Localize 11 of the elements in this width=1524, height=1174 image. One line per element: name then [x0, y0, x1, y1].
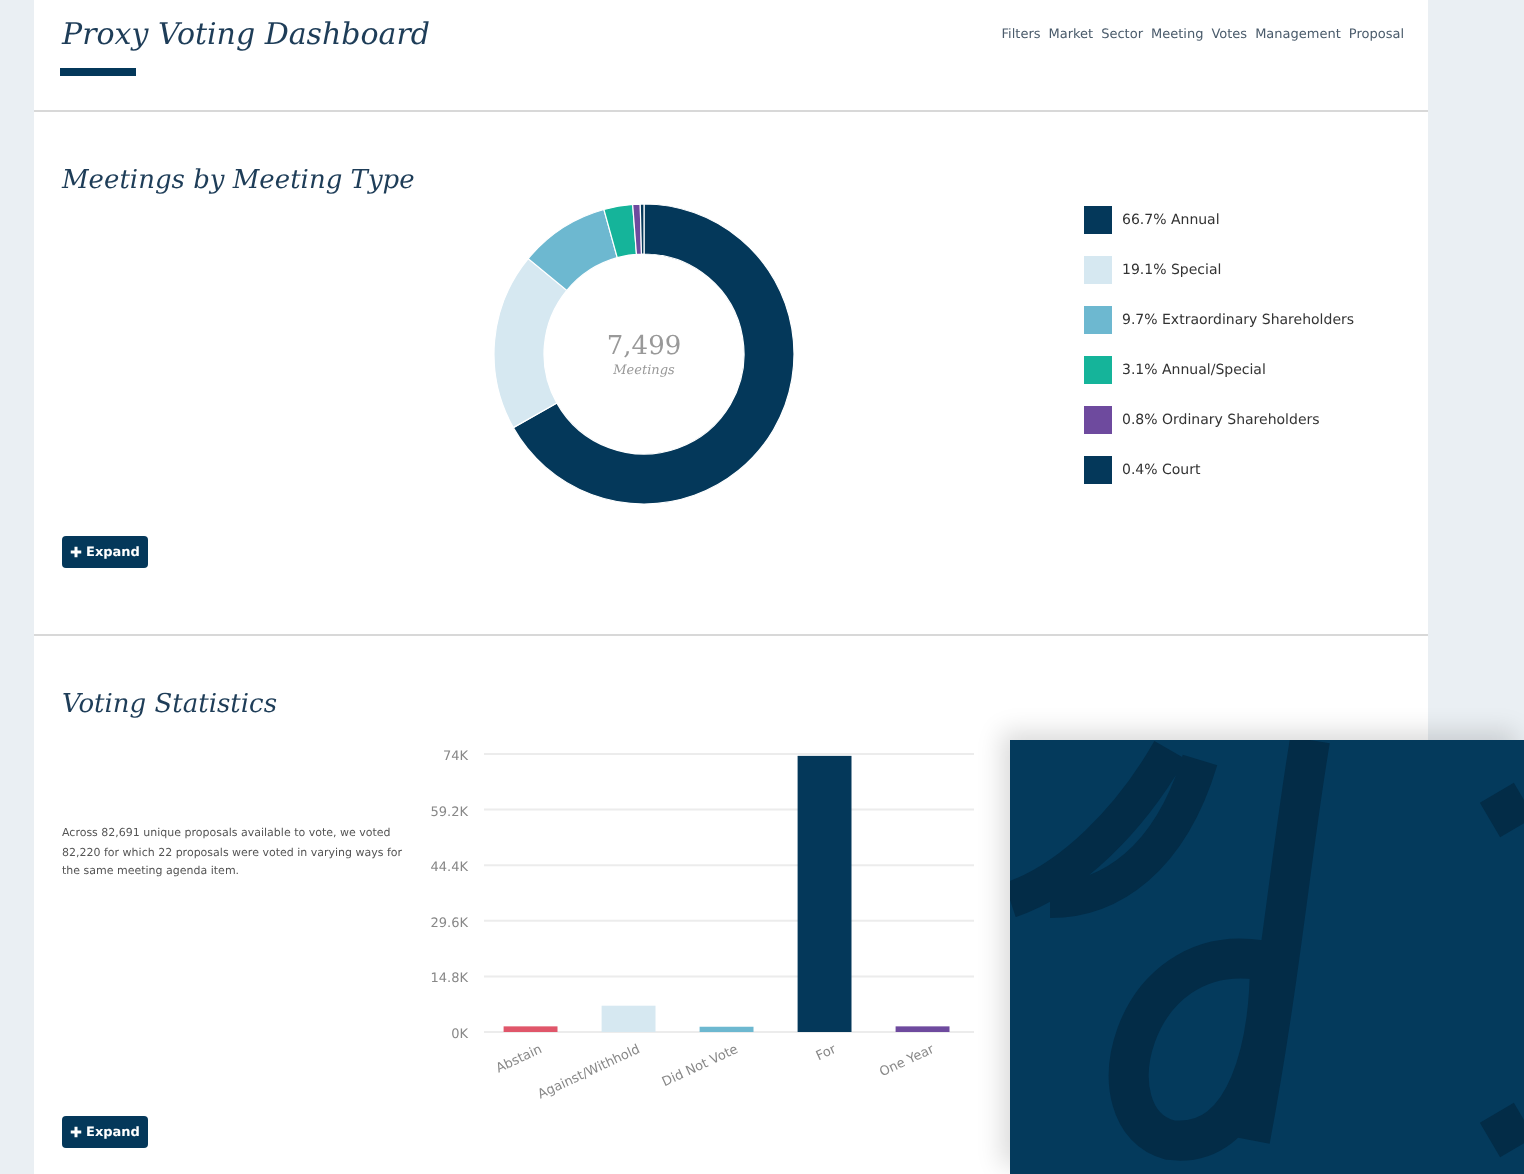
- bar: [601, 1005, 656, 1032]
- bar: [895, 1026, 950, 1032]
- plus-icon: [70, 1126, 82, 1138]
- dashboard-title: Proxy Voting Dashboard: [62, 16, 431, 52]
- button-fragment[interactable]: [60, 68, 136, 76]
- total-value: 7,499: [606, 331, 682, 361]
- bar: [699, 1026, 754, 1032]
- bar: [503, 1026, 558, 1032]
- plus-icon: [70, 546, 82, 558]
- section-title: Meetings by Meeting Type: [62, 164, 417, 196]
- section-title: Voting Statistics: [62, 688, 279, 720]
